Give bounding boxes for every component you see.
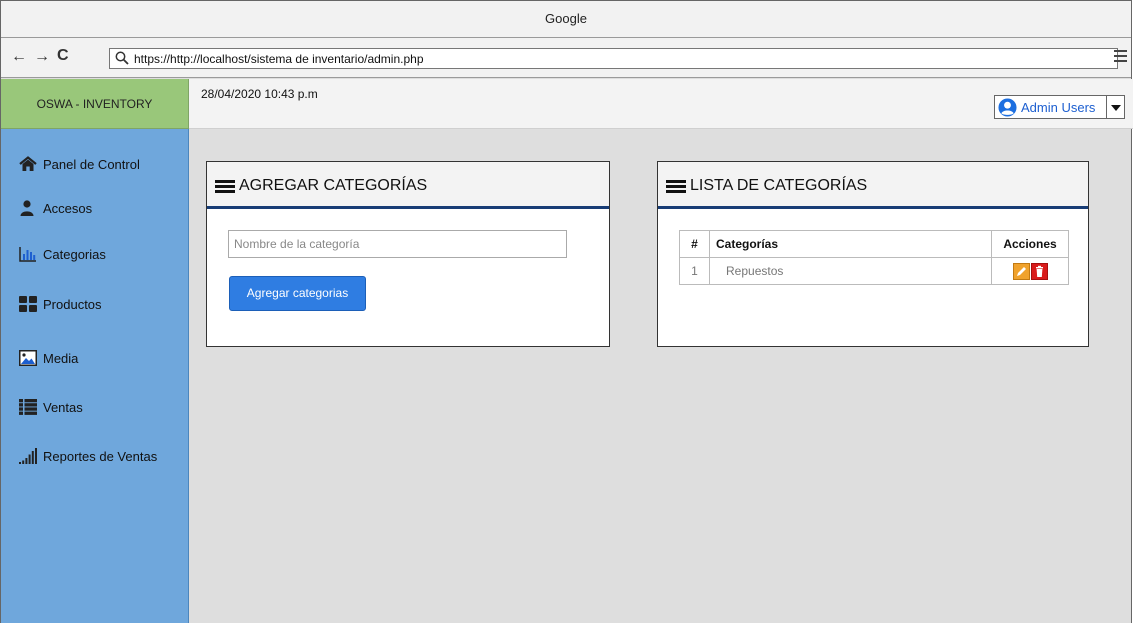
sidebar-item-label: Media — [43, 350, 79, 366]
sidebar-item-label: Categorias — [43, 246, 106, 262]
sidebar-item-label: Productos — [43, 296, 102, 312]
row-actions — [991, 257, 1069, 285]
chevron-down-icon[interactable] — [1106, 96, 1124, 118]
browser-menu-icon[interactable] — [1114, 50, 1127, 64]
categories-table: # Categorías Acciones 1 Repuestos — [679, 230, 1069, 285]
menu-lines-icon — [666, 180, 686, 194]
table-row: 1 Repuestos — [679, 257, 1069, 285]
row-number: 1 — [679, 257, 710, 285]
sidebar-item-reportes-de-ventas[interactable]: Reportes de Ventas — [19, 443, 157, 469]
user-menu-button[interactable]: Admin Users — [994, 95, 1125, 119]
signal-icon — [19, 448, 37, 464]
title-bar: Google — [1, 1, 1131, 38]
sidebar-item-media[interactable]: Media — [19, 345, 78, 371]
home-icon — [19, 156, 37, 171]
panel-title: LISTA DE CATEGORÍAS — [690, 177, 868, 194]
category-list-panel: LISTA DE CATEGORÍAS # Categorías Accione… — [657, 161, 1089, 347]
user-circle-icon — [998, 98, 1017, 117]
input-placeholder: Nombre de la categoría — [234, 237, 360, 251]
browser-toolbar: ← → C https://http://localhost/sistema d… — [1, 38, 1131, 78]
sidebar-item-categorias[interactable]: Categorias — [19, 241, 106, 267]
address-bar[interactable]: https://http://localhost/sistema de inve… — [109, 48, 1118, 69]
panel-header: LISTA DE CATEGORÍAS — [658, 162, 1088, 209]
column-header-categories: Categorías — [709, 230, 992, 258]
sidebar-item-label: Accesos — [43, 200, 93, 216]
top-header: 28/04/2020 10:43 p.m Admin Users — [189, 79, 1133, 129]
panel-title: AGREGAR CATEGORÍAS — [239, 177, 428, 194]
window-title: Google — [545, 11, 587, 26]
sidebar-item-productos[interactable]: Productos — [19, 291, 102, 317]
category-name-input[interactable]: Nombre de la categoría — [228, 230, 567, 258]
row-category-name: Repuestos — [709, 257, 992, 285]
add-category-button[interactable]: Agregar categorias — [229, 276, 366, 311]
list-icon — [19, 399, 37, 415]
user-name: Admin Users — [1021, 100, 1096, 115]
grid-icon — [19, 296, 37, 312]
edit-icon[interactable] — [1012, 262, 1030, 280]
reload-icon[interactable]: C — [57, 48, 69, 64]
trash-icon[interactable] — [1030, 262, 1048, 280]
forward-arrow-icon[interactable]: → — [34, 49, 50, 65]
column-header-number: # — [679, 230, 710, 258]
column-header-actions: Acciones — [991, 230, 1069, 258]
sidebar-item-label: Reportes de Ventas — [43, 448, 158, 464]
url-text: https://http://localhost/sistema de inve… — [134, 52, 424, 66]
sidebar-item-accesos[interactable]: Accesos — [19, 195, 92, 221]
menu-lines-icon — [215, 180, 235, 194]
sidebar-item-label: Ventas — [43, 399, 83, 415]
user-icon — [20, 200, 34, 216]
image-icon — [19, 350, 37, 366]
browser-window: Google ← → C https://http://localhost/si… — [0, 0, 1133, 623]
sidebar-item-ventas[interactable]: Ventas — [19, 394, 83, 420]
brand-box: OSWA - INVENTORY — [1, 79, 189, 129]
sidebar: Panel de Control Accesos Categorias Prod… — [1, 129, 189, 623]
back-arrow-icon[interactable]: ← — [11, 49, 27, 65]
search-icon — [115, 51, 129, 65]
current-datetime: 28/04/2020 10:43 p.m — [201, 87, 318, 101]
panel-header: AGREGAR CATEGORÍAS — [207, 162, 609, 209]
add-category-panel: AGREGAR CATEGORÍAS Nombre de la categorí… — [206, 161, 610, 347]
table-header-row: # Categorías Acciones — [679, 230, 1069, 258]
brand-name: OSWA - INVENTORY — [36, 97, 153, 111]
sidebar-item-label: Panel de Control — [43, 156, 140, 172]
sidebar-item-panel-de-control[interactable]: Panel de Control — [19, 151, 140, 177]
bar-chart-icon — [19, 247, 36, 262]
